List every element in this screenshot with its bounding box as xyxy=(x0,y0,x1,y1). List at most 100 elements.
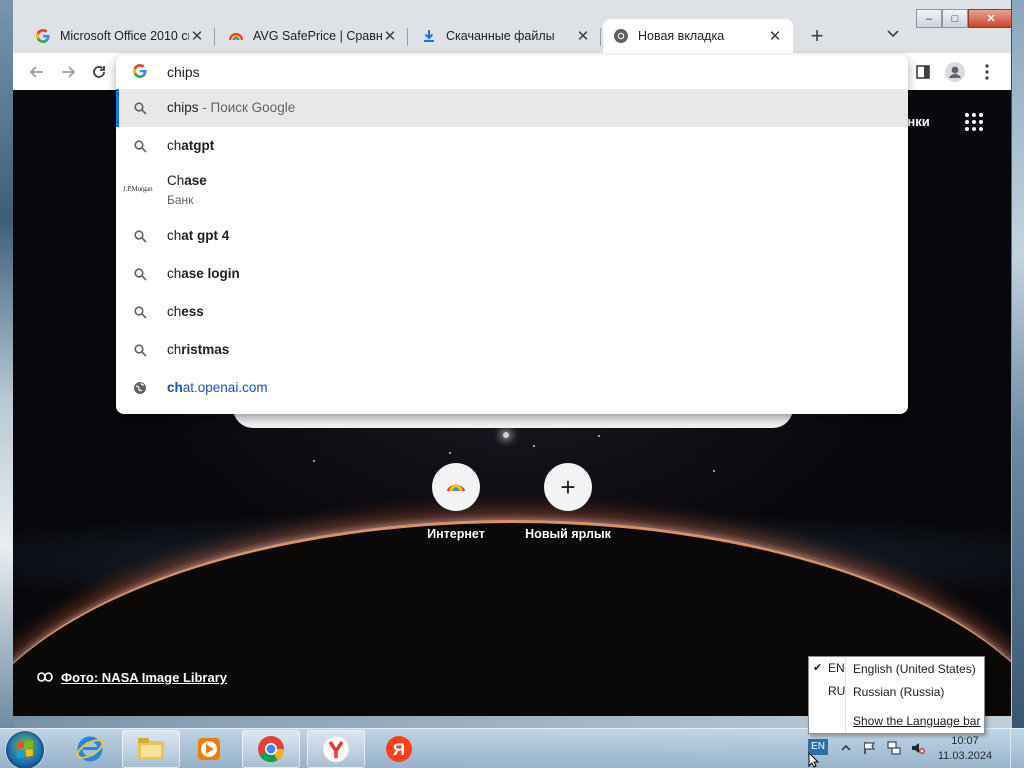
shortcut-label: Интернет xyxy=(427,527,485,541)
photo-credit-label: Фото: NASA Image Library xyxy=(61,670,228,685)
suggestion-text: chat gpt 4 xyxy=(167,228,230,243)
suggestion-text: Chase xyxy=(167,173,207,188)
suggestion-row[interactable]: J.P.Morgan Chase Банк xyxy=(116,165,908,217)
language-code: EN xyxy=(828,661,845,675)
desktop-wallpaper-right xyxy=(1012,0,1024,728)
tab-search-icon[interactable] xyxy=(883,26,903,46)
language-item-en[interactable]: ✔ EN English (United States) xyxy=(809,658,984,678)
svg-text:Я: Я xyxy=(393,740,405,759)
clock-date: 11.03.2024 xyxy=(937,750,993,762)
shortcut-internet[interactable]: Интернет xyxy=(401,463,511,541)
window-controls: – □ ✕ xyxy=(916,9,1011,28)
search-icon xyxy=(132,266,148,282)
internet-explorer-icon[interactable] xyxy=(61,730,119,768)
action-center-flag-icon[interactable] xyxy=(862,740,878,756)
search-icon xyxy=(132,138,148,154)
show-hidden-icons-icon[interactable] xyxy=(838,740,854,756)
media-player-icon[interactable] xyxy=(180,730,238,768)
suggestion-text: chat.openai.com xyxy=(167,380,268,395)
network-icon[interactable] xyxy=(886,740,902,756)
forward-button[interactable] xyxy=(56,60,80,84)
chrome-icon xyxy=(432,463,480,511)
reload-button[interactable] xyxy=(87,60,111,84)
system-clock[interactable]: 10:07 11.03.2024 xyxy=(935,734,995,764)
new-tab-button[interactable]: + xyxy=(803,23,831,51)
omnibox-input[interactable]: chips xyxy=(116,55,908,88)
suggestion-row[interactable]: chat.openai.com xyxy=(116,369,908,407)
yandex-icon[interactable]: Я xyxy=(370,730,428,768)
tab-title: Microsoft Office 2010 ск xyxy=(60,29,189,43)
search-icon xyxy=(132,304,148,320)
download-icon xyxy=(421,28,437,44)
photo-credit-link[interactable]: Фото: NASA Image Library xyxy=(37,670,227,685)
mouse-cursor-icon xyxy=(808,752,820,768)
tab-avg[interactable]: AVG SafePrice | Сравне ✕ xyxy=(218,19,408,53)
chrome-window: Microsoft Office 2010 ск ✕ AVG SafePrice… xyxy=(13,0,1011,716)
avg-rainbow-icon xyxy=(228,28,244,44)
google-g-icon xyxy=(35,28,51,44)
volume-muted-icon[interactable] xyxy=(910,740,926,756)
search-icon xyxy=(132,342,148,358)
checkmark-icon: ✔ xyxy=(813,662,823,674)
omnibox-popup: chips chips - Поиск Google chatgpt J.P.M… xyxy=(116,55,908,414)
maximize-button[interactable]: □ xyxy=(942,9,968,28)
start-button[interactable] xyxy=(6,731,44,768)
suggestion-row[interactable]: chatgpt xyxy=(116,127,908,165)
shortcut-add[interactable]: + Новый ярлык xyxy=(513,463,623,541)
tab-title: Скачанные файлы xyxy=(446,29,555,43)
close-icon[interactable]: ✕ xyxy=(382,27,398,45)
tab-title: AVG SafePrice | Сравне xyxy=(253,29,382,43)
suggestion-text: chess xyxy=(167,304,204,319)
show-desktop-button[interactable] xyxy=(1010,729,1024,768)
tab-new-tab[interactable]: Новая вкладка ✕ xyxy=(603,19,793,53)
close-icon[interactable]: ✕ xyxy=(189,27,205,45)
language-menu: ✔ EN English (United States) RU Russian … xyxy=(808,656,985,734)
language-item-ru[interactable]: RU Russian (Russia) xyxy=(809,681,984,701)
suggestion-row[interactable]: chase login xyxy=(116,255,908,293)
suggestion-text: chips - Поиск Google xyxy=(167,100,296,115)
clock-time: 10:07 xyxy=(951,735,979,747)
tab-strip: Microsoft Office 2010 ск ✕ AVG SafePrice… xyxy=(13,0,1011,53)
show-language-bar-link[interactable]: Show the Language bar xyxy=(853,714,980,728)
menu-kebab-icon[interactable] xyxy=(975,60,999,84)
chrome-icon[interactable] xyxy=(242,730,300,768)
link-icon xyxy=(37,670,53,685)
taskbar: Я EN 10:07 11.03.2024 xyxy=(0,728,1024,768)
suggestion-row[interactable]: chat gpt 4 xyxy=(116,217,908,255)
suggestion-description: Банк xyxy=(167,193,194,207)
close-icon[interactable]: ✕ xyxy=(575,27,591,45)
search-icon xyxy=(132,228,148,244)
suggestion-text: christmas xyxy=(167,342,230,357)
language-code: RU xyxy=(828,684,846,698)
suggestion-text: chatgpt xyxy=(167,138,215,153)
omnibox-text: chips xyxy=(167,64,200,80)
windows-logo-icon xyxy=(17,739,33,759)
plus-icon: + xyxy=(544,463,592,511)
language-name: English (United States) xyxy=(853,662,976,676)
file-explorer-icon[interactable] xyxy=(122,730,180,768)
close-window-button[interactable]: ✕ xyxy=(968,9,1011,28)
tab-title: Новая вкладка xyxy=(638,29,725,43)
tab-downloads[interactable]: Скачанные файлы ✕ xyxy=(411,19,601,53)
search-icon xyxy=(132,100,148,116)
suggestion-row[interactable]: chips - Поиск Google xyxy=(116,89,908,127)
desktop-wallpaper-left xyxy=(0,0,14,728)
language-name: Russian (Russia) xyxy=(853,685,945,699)
suggestion-row[interactable]: christmas xyxy=(116,331,908,369)
globe-icon xyxy=(132,380,148,396)
google-g-icon xyxy=(132,63,148,82)
suggestion-row[interactable]: chess xyxy=(116,293,908,331)
suggestion-text: chase login xyxy=(167,266,240,281)
side-panel-icon[interactable] xyxy=(911,60,935,84)
yandex-browser-icon[interactable] xyxy=(307,730,365,768)
shortcut-label: Новый ярлык xyxy=(525,527,611,541)
google-apps-icon[interactable] xyxy=(965,113,983,131)
close-icon[interactable]: ✕ xyxy=(767,27,783,45)
minimize-button[interactable]: – xyxy=(916,9,942,28)
back-button[interactable] xyxy=(25,60,49,84)
jpmorgan-logo: J.P.Morgan xyxy=(123,185,153,193)
tab-office[interactable]: Microsoft Office 2010 ск ✕ xyxy=(25,19,215,53)
chrome-icon xyxy=(613,28,629,44)
bright-star xyxy=(503,432,509,438)
profile-avatar[interactable] xyxy=(943,60,967,84)
